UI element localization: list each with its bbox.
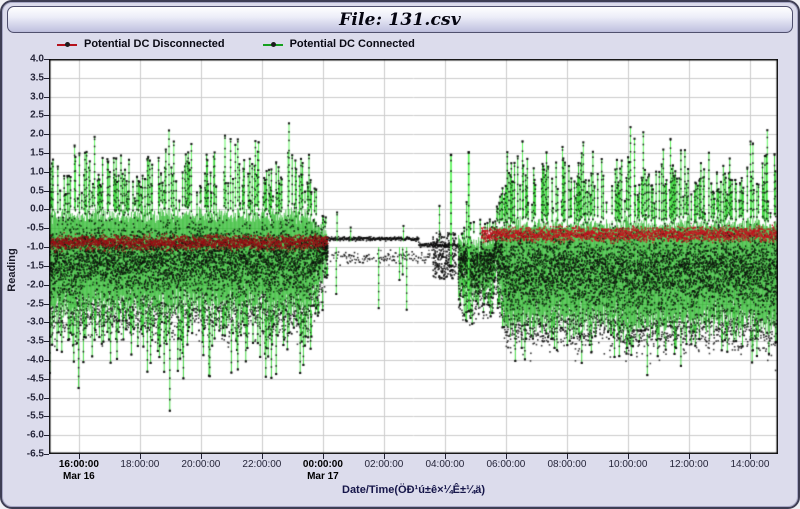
y-tick-label: -6.5: [6, 449, 44, 460]
y-tick-label: -4.5: [6, 373, 44, 384]
y-axis-tick: [44, 304, 49, 305]
title-bar: File: 131.csv: [7, 6, 793, 33]
y-tick-label: 0.0: [6, 204, 44, 215]
x-tick-label: 14:00:00: [730, 459, 769, 470]
y-tick-label: 2.0: [6, 129, 44, 140]
y-axis-tick: [44, 379, 49, 380]
y-axis-tick: [44, 360, 49, 361]
plot-area[interactable]: [49, 59, 778, 454]
x-axis-title: Date/Time(ÖÐ¹ú±ê×¼Ê±¼ä): [49, 484, 778, 496]
y-tick-label: 4.0: [6, 54, 44, 65]
y-axis-tick: [44, 285, 49, 286]
x-tick-label: 08:00:00: [547, 459, 586, 470]
y-tick-label: 3.5: [6, 72, 44, 83]
y-axis-tick: [44, 78, 49, 79]
y-axis-tick: [44, 153, 49, 154]
y-tick-label: -3.5: [6, 336, 44, 347]
y-tick-label: -1.0: [6, 242, 44, 253]
x-tick-date-label: Mar 16: [63, 471, 95, 482]
x-tick-label: 18:00:00: [120, 459, 159, 470]
y-tick-label: 2.5: [6, 110, 44, 121]
y-axis-tick: [44, 416, 49, 417]
x-tick-label: 02:00:00: [364, 459, 403, 470]
x-tick-label: 06:00:00: [486, 459, 525, 470]
y-tick-label: 3.0: [6, 91, 44, 102]
legend-item-disconnected[interactable]: Potential DC Disconnected: [57, 38, 225, 50]
window: File: 131.csv Potential DC Disconnected …: [0, 0, 800, 509]
y-axis-tick: [44, 341, 49, 342]
y-axis-tick: [44, 247, 49, 248]
y-axis-tick: [44, 322, 49, 323]
y-tick-label: 0.5: [6, 185, 44, 196]
window-title: File: 131.csv: [339, 10, 461, 30]
x-tick-label: 10:00:00: [608, 459, 647, 470]
application-root: File: 131.csv Potential DC Disconnected …: [0, 0, 800, 509]
y-axis-tick: [44, 398, 49, 399]
x-tick-label: 00:00:00: [303, 459, 343, 470]
y-axis-tick: [44, 172, 49, 173]
x-tick-label: 22:00:00: [242, 459, 281, 470]
y-tick-label: -1.5: [6, 260, 44, 271]
y-axis-tick: [44, 115, 49, 116]
x-tick-label: 20:00:00: [181, 459, 220, 470]
y-tick-label: 1.0: [6, 166, 44, 177]
y-axis-tick: [44, 228, 49, 229]
y-tick-label: -2.5: [6, 298, 44, 309]
y-tick-label: -2.0: [6, 279, 44, 290]
green-line-marker-icon: [263, 40, 283, 49]
x-tick-date-label: Mar 17: [307, 471, 339, 482]
legend-label-disconnected: Potential DC Disconnected: [84, 38, 225, 50]
y-tick-label: -5.5: [6, 411, 44, 422]
x-tick-label: 12:00:00: [669, 459, 708, 470]
y-tick-label: 1.5: [6, 148, 44, 159]
y-tick-label: -6.0: [6, 430, 44, 441]
x-tick-label: 16:00:00: [59, 459, 99, 470]
y-axis-tick: [44, 435, 49, 436]
y-tick-label: -4.0: [6, 354, 44, 365]
legend-label-connected: Potential DC Connected: [290, 38, 415, 50]
red-line-marker-icon: [57, 40, 77, 49]
y-axis-tick: [44, 266, 49, 267]
x-tick-label: 04:00:00: [425, 459, 464, 470]
y-axis-tick: [44, 191, 49, 192]
y-axis-tick: [44, 134, 49, 135]
y-tick-label: -0.5: [6, 223, 44, 234]
y-axis-tick: [44, 209, 49, 210]
y-tick-label: -5.0: [6, 392, 44, 403]
chart-legend: Potential DC Disconnected Potential DC C…: [57, 38, 415, 50]
y-tick-label: -3.0: [6, 317, 44, 328]
y-axis-tick: [44, 59, 49, 60]
legend-item-connected[interactable]: Potential DC Connected: [263, 38, 415, 50]
y-axis-tick: [44, 97, 49, 98]
y-axis-tick: [44, 454, 49, 455]
